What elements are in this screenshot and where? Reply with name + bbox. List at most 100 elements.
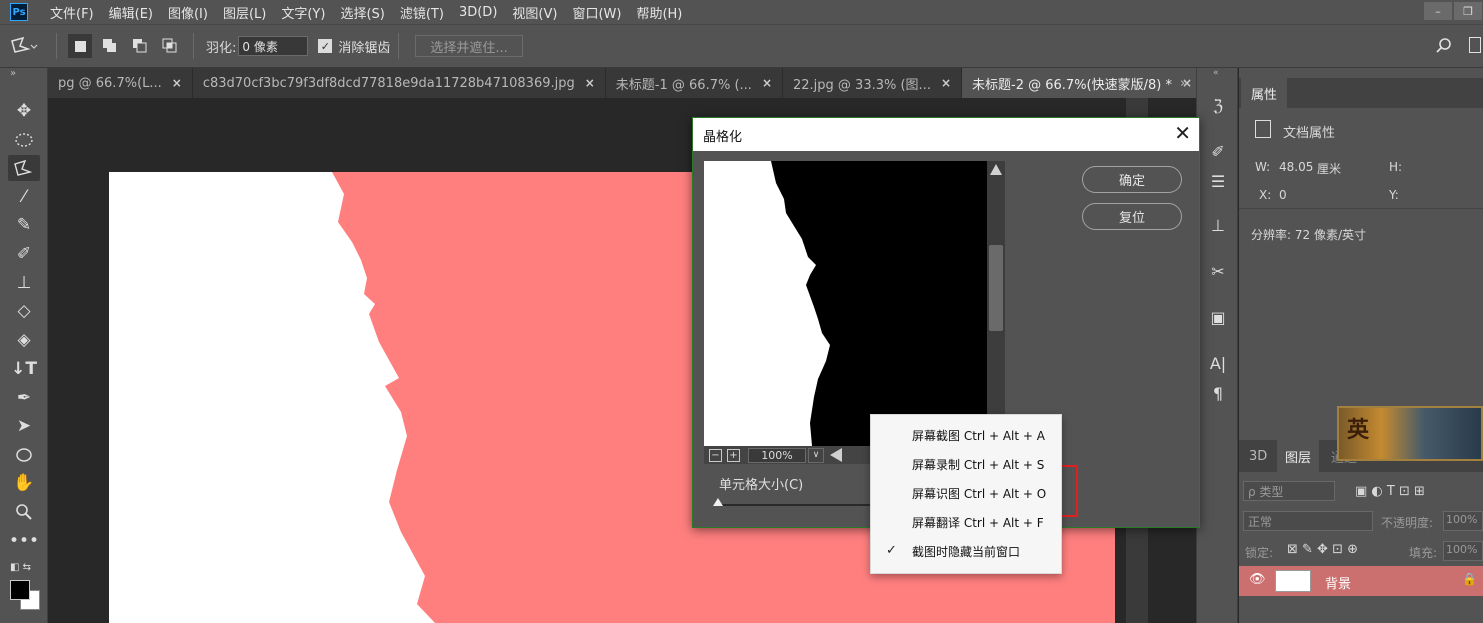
magic-wand-tool[interactable]: ⁄ (8, 184, 40, 210)
path-select-tool[interactable]: ➤ (8, 413, 40, 439)
close-icon[interactable]: ✕ (1174, 121, 1191, 145)
tab-doc-1[interactable]: pg @ 66.7%(L... × (48, 68, 193, 98)
minimize-button[interactable]: – (1424, 2, 1452, 20)
feather-input[interactable]: 0 像素 (238, 36, 309, 56)
close-icon[interactable]: × (585, 76, 595, 90)
menu-layer[interactable]: 图层(L) (223, 3, 266, 22)
character-panel-button[interactable]: A| (1205, 350, 1231, 376)
tab-layers[interactable]: 图层 (1277, 440, 1320, 472)
search-button[interactable] (1435, 37, 1453, 59)
type-tool[interactable]: ↓T (8, 356, 40, 382)
tab-doc-5-active[interactable]: 未标题-2 @ 66.7%(快速蒙版/8) * × (962, 68, 1204, 98)
menu-select[interactable]: 选择(S) (340, 3, 384, 22)
antialias-checkbox[interactable]: ✓ (318, 39, 333, 53)
layer-filter-icons[interactable]: ▣ ◐ T ⊡ ⊞ (1355, 484, 1425, 499)
x-value[interactable]: 0 (1279, 188, 1287, 202)
close-icon[interactable]: × (941, 76, 951, 90)
marquee-tool[interactable] (8, 127, 40, 153)
tool-preset-picker[interactable] (0, 31, 48, 61)
zoom-value[interactable]: 100% (748, 447, 806, 463)
scroll-up-icon[interactable] (990, 164, 1002, 175)
clone-source-button[interactable]: ⊥ (1205, 212, 1231, 238)
menu-type[interactable]: 文字(Y) (281, 3, 325, 22)
lock-icons[interactable]: ⊠ ✎ ✥ ⊡ ⊕ (1287, 542, 1358, 557)
preview-scrollbar[interactable] (987, 161, 1005, 446)
tab-properties[interactable]: 属性 (1241, 78, 1288, 108)
menu-item-screen-ocr[interactable]: 屏幕识图 Ctrl + Alt + O (871, 479, 1061, 508)
menu-item-screenshot[interactable]: 屏幕截图 Ctrl + Alt + A (871, 421, 1061, 450)
collapse-tools-icon[interactable]: » (10, 68, 16, 79)
menu-help[interactable]: 帮助(H) (636, 3, 682, 22)
hand-tool[interactable]: ✋ (8, 470, 40, 496)
filter-preview[interactable] (704, 161, 987, 446)
tab-doc-2[interactable]: c83d70cf3bc79f3df8dcd77818e9da11728b4710… (193, 68, 606, 98)
intersect-selection-button[interactable] (158, 34, 182, 58)
menu-3d[interactable]: 3D(D) (459, 5, 497, 20)
scroll-left-icon[interactable] (830, 448, 842, 462)
close-icon[interactable]: × (172, 76, 182, 90)
menu-item-hide-window[interactable]: 截图时隐藏当前窗口 (871, 537, 1061, 566)
tab-3d[interactable]: 3D (1241, 440, 1275, 472)
brush-tool[interactable]: ✐ (8, 241, 40, 267)
lasso-tool[interactable] (8, 155, 40, 181)
eye-icon[interactable]: 👁 (1249, 572, 1266, 587)
collapsed-panels: « ℨ ✐ ☰ ⊥ ✂ ▣ A| ¶ (1196, 68, 1238, 623)
menu-file[interactable]: 文件(F) (50, 3, 94, 22)
close-icon[interactable]: × (762, 76, 772, 90)
zoom-out-button[interactable]: − (709, 448, 722, 462)
menu-filter[interactable]: 滤镜(T) (400, 3, 444, 22)
subtract-selection-button[interactable] (128, 34, 152, 58)
select-and-mask-button[interactable]: 选择并遮住... (415, 35, 523, 57)
tool-presets-button[interactable]: ✂ (1205, 258, 1231, 284)
width-value[interactable]: 48.05 (1279, 160, 1313, 174)
pen-tool[interactable]: ✒ (8, 385, 40, 411)
collapse-panel-icon[interactable]: « (1213, 68, 1219, 78)
paragraph-panel-button[interactable]: ¶ (1205, 380, 1231, 406)
chevron-down-icon[interactable]: ∨ (808, 447, 824, 463)
dialog-titlebar[interactable]: 晶格化 ✕ (693, 118, 1199, 151)
brush-settings-button[interactable]: ✐ (1205, 138, 1231, 164)
eraser-tool[interactable]: ◇ (8, 298, 40, 324)
cell-size-slider-track[interactable] (715, 504, 885, 506)
magic-wand-icon: ⁄ (22, 187, 26, 207)
menu-edit[interactable]: 编辑(E) (109, 3, 153, 22)
paint-bucket-tool[interactable]: ◈ (8, 327, 40, 353)
menu-item-screen-translate[interactable]: 屏幕翻译 Ctrl + Alt + F (871, 508, 1061, 537)
tab-overflow-button[interactable]: » (1170, 68, 1198, 98)
ok-button[interactable]: 确定 (1082, 166, 1182, 193)
stamp-tool[interactable]: ⊥ (8, 270, 40, 296)
fill-input[interactable]: 100% (1443, 541, 1483, 561)
scroll-thumb[interactable] (989, 245, 1003, 331)
opacity-input[interactable]: 100% (1443, 511, 1483, 531)
character-icon: A| (1209, 353, 1227, 373)
restore-button[interactable]: ❐ (1454, 2, 1482, 20)
reset-button[interactable]: 复位 (1082, 203, 1182, 230)
layer-name[interactable]: 背景 (1325, 573, 1351, 592)
cell-size-slider-thumb[interactable] (713, 498, 723, 506)
blend-mode-select[interactable]: 正常 (1243, 511, 1373, 531)
eyedropper-tool[interactable]: ✎ (8, 212, 40, 238)
history-panel-button[interactable]: ℨ (1205, 92, 1231, 118)
menu-image[interactable]: 图像(I) (168, 3, 208, 22)
libraries-button[interactable]: ▣ (1205, 304, 1231, 330)
tab-doc-4[interactable]: 22.jpg @ 33.3% (图... × (783, 68, 963, 98)
adjustments-button[interactable]: ☰ (1205, 168, 1231, 194)
workspace-icon[interactable] (1469, 37, 1481, 53)
add-selection-button[interactable] (98, 34, 122, 58)
menu-item-screen-record[interactable]: 屏幕录制 Ctrl + Alt + S (871, 450, 1061, 479)
default-colors-icon[interactable]: ◧ ⇆ (10, 562, 31, 573)
type-icon: ↓T (11, 359, 37, 379)
menu-window[interactable]: 窗口(W) (572, 3, 621, 22)
polygonal-lasso-icon (14, 159, 33, 176)
layer-filter-kind[interactable]: ρ 类型 (1243, 481, 1335, 501)
foreground-color-swatch[interactable] (10, 580, 30, 600)
zoom-in-button[interactable]: + (727, 448, 740, 462)
new-selection-button[interactable] (68, 34, 92, 58)
menu-view[interactable]: 视图(V) (512, 3, 557, 22)
ellipse-tool[interactable] (8, 442, 40, 468)
more-tools[interactable]: ••• (8, 528, 40, 554)
move-tool[interactable]: ✥ (8, 98, 40, 124)
zoom-tool[interactable] (8, 499, 40, 525)
tab-doc-3[interactable]: 未标题-1 @ 66.7% (... × (606, 68, 783, 98)
layer-row-background[interactable]: 👁 背景 🔒 (1239, 566, 1483, 596)
